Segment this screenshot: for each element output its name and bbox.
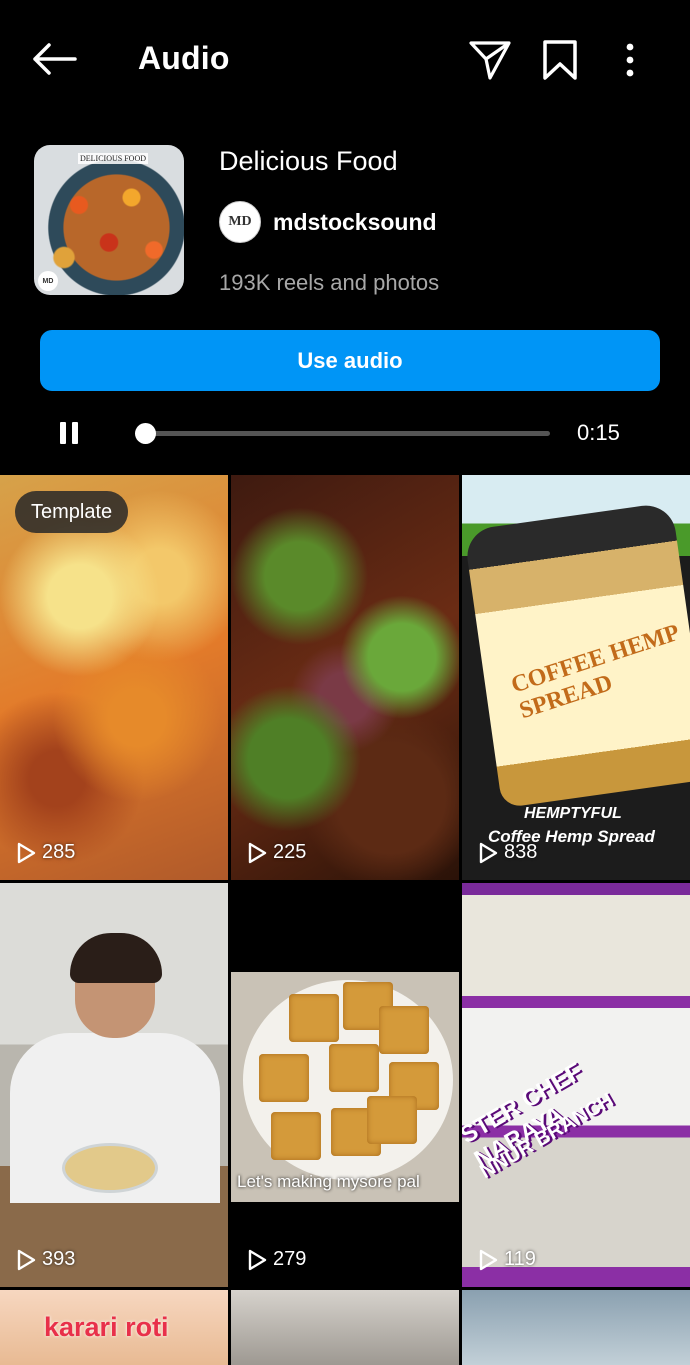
progress-bar[interactable]	[135, 423, 550, 444]
reels-count: 193K reels and photos	[219, 270, 440, 295]
reel-tile[interactable]	[462, 1290, 690, 1365]
reel-tile[interactable]: karari roti	[0, 1290, 228, 1365]
tile-caption: Let's making mysore pal	[237, 1172, 420, 1191]
cover-label: DELICIOUS FOOD	[78, 153, 148, 164]
play-icon	[17, 1249, 36, 1270]
pause-button[interactable]	[50, 414, 88, 452]
reel-tile[interactable]: COFFEE HEMP SPREAD HEMPTYFUL Coffee Hemp…	[462, 475, 690, 880]
audio-cover-art: DELICIOUS FOOD MD	[34, 145, 184, 295]
tile-caption: karari roti	[44, 1312, 169, 1342]
duration-label: 0:15	[577, 420, 620, 445]
more-options-button[interactable]	[604, 34, 656, 86]
view-count: 285	[16, 841, 75, 864]
reel-tile[interactable]: STER CHEF NARAYA NNUR BRANCH 119	[462, 883, 690, 1287]
view-count: 393	[16, 1248, 75, 1271]
save-button[interactable]	[534, 34, 586, 86]
bookmark-icon	[543, 40, 577, 80]
food-photo: Let's making mysore pal	[231, 972, 459, 1202]
play-icon	[248, 1249, 267, 1270]
progress-handle[interactable]	[135, 423, 156, 444]
use-audio-button[interactable]: Use audio	[40, 330, 660, 391]
artist-link[interactable]: MD mdstocksound	[219, 200, 437, 244]
view-count-value: 285	[42, 841, 76, 863]
page-title: Audio	[138, 40, 230, 76]
reel-tile[interactable]: Let's making mysore pal 279	[231, 883, 459, 1287]
paper-plane-icon	[469, 41, 511, 80]
template-badge: Template	[15, 491, 129, 533]
overlay-text: STER CHEF NARAYA	[462, 1057, 588, 1174]
play-icon	[17, 842, 36, 863]
play-icon	[248, 842, 267, 863]
share-button[interactable]	[464, 34, 516, 86]
reel-tile[interactable]: Template 285	[0, 475, 228, 880]
view-count: 838	[478, 841, 537, 864]
top-bar: Audio	[0, 0, 690, 118]
artist-name: mdstocksound	[273, 208, 437, 235]
track-name: Delicious Food	[219, 146, 398, 176]
reel-tile[interactable]	[231, 1290, 459, 1365]
back-button[interactable]	[26, 36, 82, 82]
reel-tile[interactable]: 225	[231, 475, 459, 880]
play-icon	[479, 1249, 498, 1270]
view-count-value: 279	[273, 1248, 307, 1270]
artist-avatar: MD	[219, 201, 261, 243]
view-count: 279	[247, 1248, 306, 1271]
arrow-left-icon	[33, 43, 77, 75]
play-icon	[479, 842, 498, 863]
tile-caption: HEMPTYFUL	[524, 805, 622, 822]
view-count-value: 838	[504, 841, 538, 863]
view-count-value: 119	[504, 1248, 536, 1270]
view-count: 119	[478, 1248, 536, 1271]
pause-icon	[60, 422, 78, 444]
plate-image	[62, 1143, 158, 1193]
view-count-value: 225	[273, 841, 307, 863]
view-count: 225	[247, 841, 306, 864]
cover-badge: MD	[38, 271, 58, 291]
more-vertical-icon	[626, 43, 634, 77]
reel-tile[interactable]: 393	[0, 883, 228, 1287]
view-count-value: 393	[42, 1248, 76, 1270]
